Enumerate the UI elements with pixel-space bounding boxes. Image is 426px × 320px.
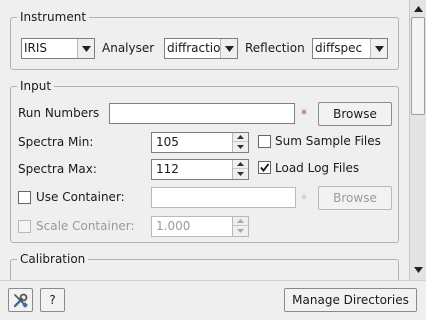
chevron-down-icon <box>77 39 94 58</box>
scroll-area: Instrument IRIS Analyser diffraction Ref… <box>0 0 426 280</box>
scroll-up-icon[interactable] <box>410 1 426 17</box>
instrument-select[interactable]: IRIS <box>21 38 95 59</box>
load-log-files-label: Load Log Files <box>275 161 360 175</box>
scale-container-spinbox[interactable]: 1.000 <box>151 216 249 237</box>
scale-container-label: Scale Container: <box>36 219 135 233</box>
use-container-checkbox[interactable] <box>18 191 31 204</box>
run-numbers-input[interactable] <box>109 103 295 124</box>
spin-buttons <box>232 133 248 152</box>
input-group-title: Input <box>17 79 55 93</box>
checkmark-icon <box>260 163 270 172</box>
spectra-min-value: 105 <box>156 135 179 149</box>
spin-down-icon[interactable] <box>233 142 248 151</box>
spin-buttons <box>232 160 248 179</box>
container-required-marker: * <box>301 192 307 206</box>
reflection-select-value: diffspec <box>315 41 363 55</box>
spin-up-icon[interactable] <box>233 160 248 169</box>
settings-tools-icon <box>13 293 28 308</box>
scroll-down-icon[interactable] <box>410 262 426 278</box>
analyser-label: Analyser <box>102 41 155 55</box>
spin-up-icon[interactable] <box>233 217 248 226</box>
calibration-group-title: Calibration <box>17 252 89 266</box>
help-button[interactable]: ? <box>40 288 65 312</box>
spectra-max-spinbox[interactable]: 112 <box>151 159 249 180</box>
spectra-max-label: Spectra Max: <box>18 162 97 176</box>
reflection-select[interactable]: diffspec <box>312 38 388 59</box>
container-input[interactable] <box>151 187 296 208</box>
spectra-min-spinbox[interactable]: 105 <box>151 132 249 153</box>
spin-up-icon[interactable] <box>233 133 248 142</box>
run-numbers-label: Run Numbers <box>18 106 100 120</box>
chevron-down-icon <box>370 39 387 58</box>
settings-button[interactable] <box>8 288 33 312</box>
container-browse-button[interactable]: Browse <box>318 186 392 210</box>
spin-buttons <box>232 217 248 236</box>
instrument-group-title: Instrument <box>17 10 90 24</box>
browse-button[interactable]: Browse <box>318 102 392 126</box>
sum-sample-files-checkbox[interactable] <box>258 135 271 148</box>
spin-down-icon[interactable] <box>233 226 248 235</box>
chevron-down-icon <box>220 39 237 58</box>
analyser-select-value: diffraction <box>167 41 229 55</box>
footer-bar: ? Manage Directories <box>0 280 426 320</box>
use-container-label: Use Container: <box>36 190 125 204</box>
analyser-select[interactable]: diffraction <box>164 38 238 59</box>
scale-container-checkbox[interactable] <box>18 220 31 233</box>
spin-down-icon[interactable] <box>233 169 248 178</box>
sum-sample-files-label: Sum Sample Files <box>275 134 381 148</box>
scale-container-value: 1.000 <box>156 219 191 233</box>
scrollbar-thumb[interactable] <box>411 17 425 115</box>
spectra-min-label: Spectra Min: <box>18 135 94 149</box>
manage-directories-button[interactable]: Manage Directories <box>284 288 417 312</box>
instrument-select-value: IRIS <box>24 41 48 55</box>
reflection-label: Reflection <box>245 41 305 55</box>
vertical-scrollbar[interactable] <box>409 0 426 280</box>
required-marker: * <box>301 107 307 121</box>
load-log-files-checkbox[interactable] <box>258 161 271 174</box>
spectra-max-value: 112 <box>156 162 179 176</box>
